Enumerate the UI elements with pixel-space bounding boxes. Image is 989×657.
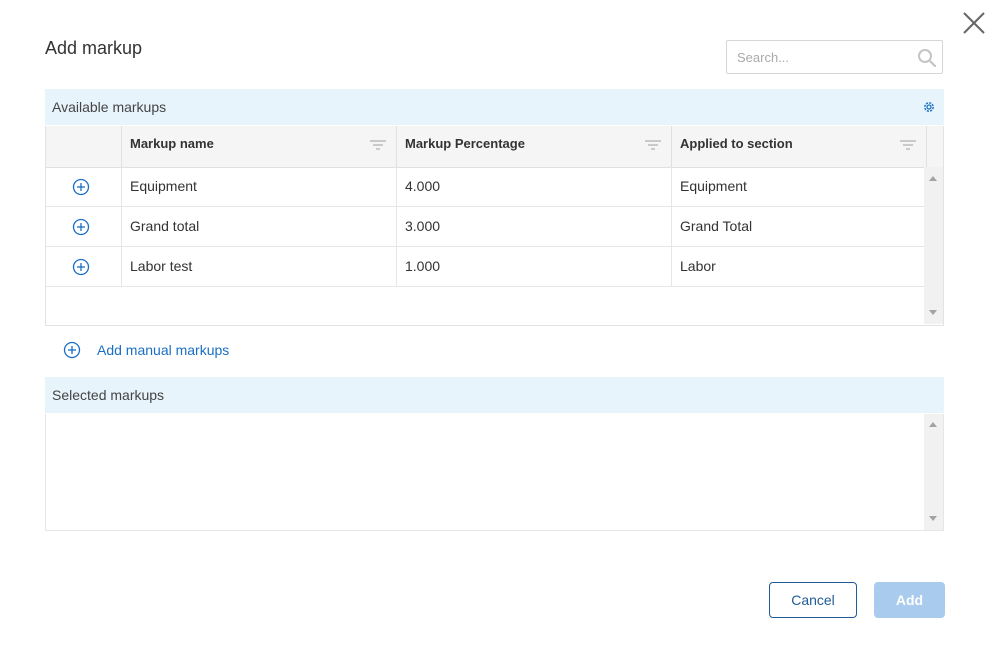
add-circle-icon[interactable] (72, 218, 90, 236)
scroll-down-arrow-icon[interactable] (929, 310, 937, 315)
available-markups-header: Available markups (45, 89, 944, 125)
selected-markups-list (45, 414, 944, 531)
markup-name-cell: Grand total (122, 207, 397, 246)
row-action-cell (46, 167, 122, 206)
filter-icon[interactable] (370, 139, 386, 151)
table-row: Labor test 1.000 Labor (46, 247, 924, 287)
column-header-label: Markup Percentage (405, 136, 525, 151)
close-icon[interactable] (961, 10, 987, 36)
add-circle-icon[interactable] (72, 258, 90, 276)
table-row: Grand total 3.000 Grand Total (46, 207, 924, 247)
add-circle-icon[interactable] (72, 178, 90, 196)
scroll-down-arrow-icon[interactable] (929, 516, 937, 521)
gear-icon[interactable] (922, 100, 936, 114)
add-markup-dialog: Add markup Available markups Markup name (0, 0, 989, 657)
cancel-button[interactable]: Cancel (769, 582, 857, 618)
add-button[interactable]: Add (874, 582, 945, 618)
grid-scrollbar[interactable] (924, 167, 943, 324)
selected-scrollbar[interactable] (924, 414, 943, 530)
search-box (726, 40, 943, 74)
markup-name-cell: Equipment (122, 167, 397, 206)
available-markups-title: Available markups (52, 99, 167, 115)
column-header-label: Markup name (130, 136, 214, 151)
column-header-markup-name[interactable]: Markup name (122, 126, 397, 167)
row-action-cell (46, 207, 122, 246)
search-icon[interactable] (917, 48, 937, 68)
applied-section-cell: Labor (680, 258, 716, 274)
dialog-title: Add markup (45, 38, 143, 58)
markup-percentage-cell: 3.000 (397, 207, 672, 246)
add-circle-icon[interactable] (63, 341, 81, 359)
selected-markups-title: Selected markups (52, 387, 165, 403)
column-header-applied-to-section[interactable]: Applied to section (672, 126, 927, 167)
markup-percentage-cell: 1.000 (397, 247, 672, 286)
applied-section-cell: Equipment (680, 178, 747, 194)
filter-icon[interactable] (900, 139, 916, 151)
add-manual-markups-label[interactable]: Add manual markups (97, 342, 229, 358)
selected-markups-header: Selected markups (45, 377, 944, 413)
column-header-markup-percentage[interactable]: Markup Percentage (397, 126, 672, 167)
applied-section-cell: Grand Total (680, 218, 753, 234)
grid-header: Markup name Markup Percentage Applied to… (46, 126, 943, 168)
markup-name-cell: Labor test (122, 247, 397, 286)
table-row: Equipment 4.000 Equipment (46, 167, 924, 207)
header-action-column (46, 126, 122, 167)
scroll-up-arrow-icon[interactable] (929, 422, 937, 427)
filter-icon[interactable] (645, 139, 661, 151)
available-markups-grid: Markup name Markup Percentage Applied to… (45, 126, 944, 326)
column-header-label: Applied to section (680, 136, 793, 151)
markup-percentage-cell: 4.000 (397, 167, 672, 206)
row-action-cell (46, 247, 122, 286)
search-input[interactable] (727, 41, 927, 73)
scroll-up-arrow-icon[interactable] (929, 176, 937, 181)
